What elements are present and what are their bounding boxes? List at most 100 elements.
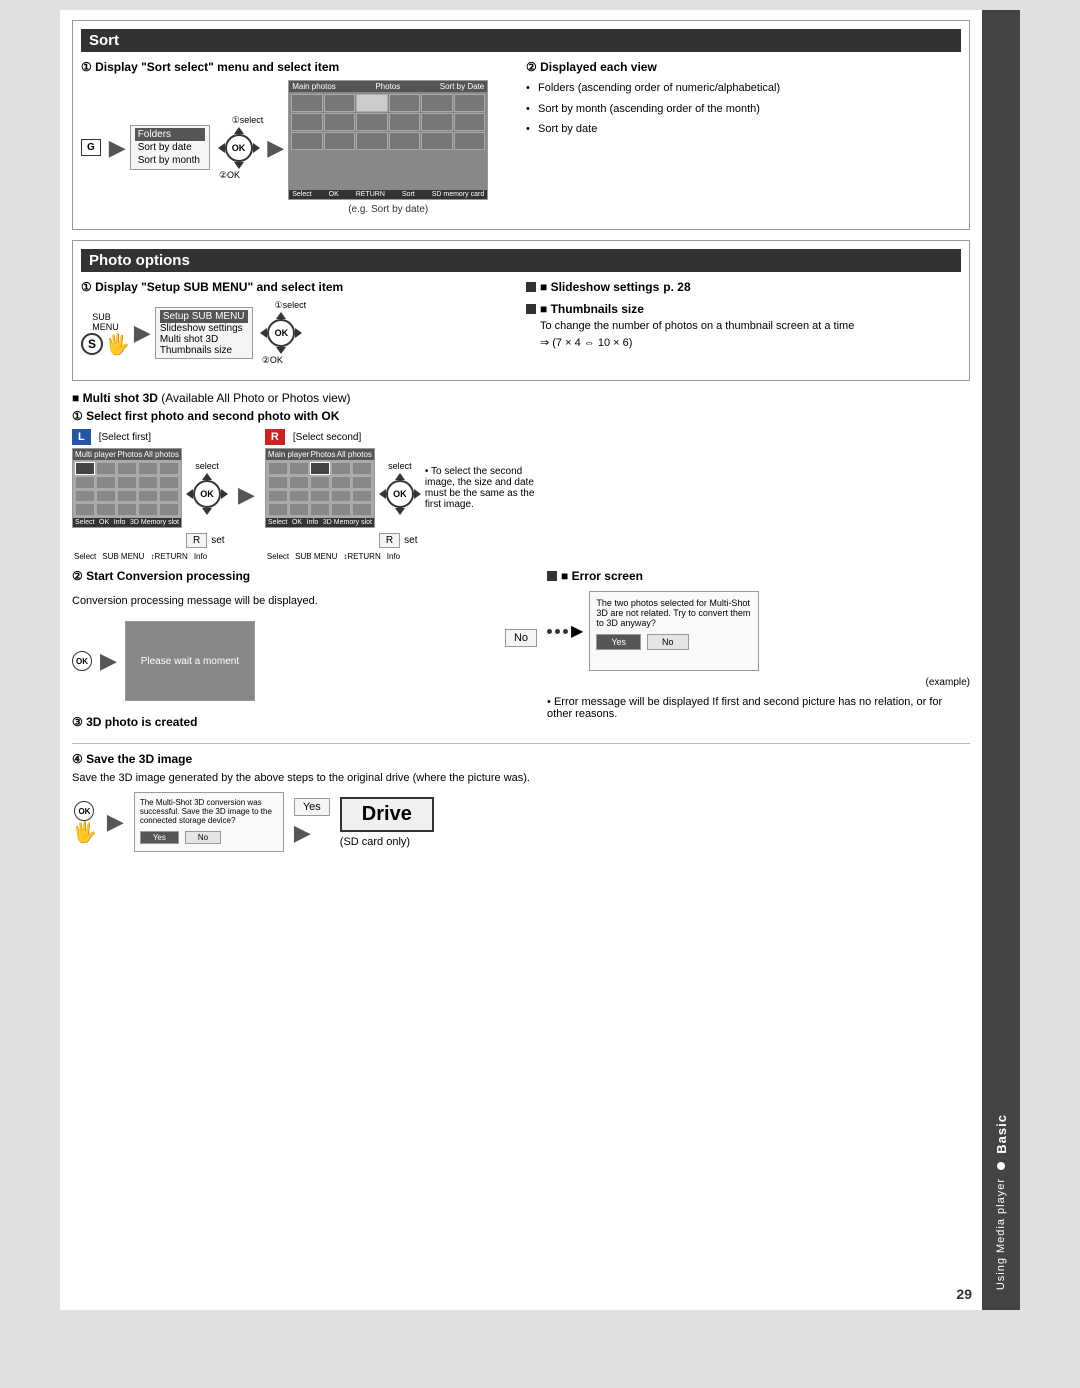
photo-cell	[96, 476, 116, 489]
error-yes-button[interactable]: Yes	[596, 634, 641, 650]
photo-cell-r	[289, 476, 309, 489]
multi-shot-section: ■ Multi shot 3D (Available All Photo or …	[72, 391, 970, 852]
page-number: 29	[956, 1286, 972, 1302]
save-message: The Multi-Shot 3D conversion was success…	[140, 798, 278, 825]
screen-footer-right: SelectOKInfo3D Memory slot	[266, 518, 374, 527]
error-sq-icon	[547, 571, 557, 581]
menu-item-sort-month: Sort by month	[135, 154, 205, 167]
arrow2-icon: ▶	[267, 135, 284, 161]
nav-left-icon	[218, 143, 225, 153]
ok-small-button2[interactable]: OK	[74, 801, 94, 821]
hand2-icon: 🖐	[72, 823, 97, 843]
photo-nav-control: OK	[260, 312, 302, 354]
menu-item-folders: Folders	[135, 128, 205, 141]
set-box-right: R	[379, 533, 400, 548]
nav-control-right: OK	[379, 473, 421, 515]
photo-submenu-box: Setup SUB MENU Slideshow settings Multi …	[155, 307, 253, 359]
dv-footer: SelectOKRETURNSortSD memory card	[289, 190, 487, 199]
photo-cell-r	[331, 462, 351, 475]
screen-header-left: Multi playerPhotosAll photos	[73, 449, 181, 460]
dv-cell-selected	[356, 94, 388, 112]
dv-header: Main photosPhotosSort by Date	[289, 81, 487, 92]
side-tab-inner: Basic Using Media player	[994, 1114, 1009, 1290]
dv-cell	[389, 113, 421, 131]
sort-step2-title: ② Displayed each view	[526, 60, 961, 74]
photo-cell-r	[352, 503, 372, 516]
bullet-sort-month: Sort by month (ascending order of the mo…	[526, 101, 961, 119]
grid-inner-right	[266, 460, 374, 518]
menu-item-sort-date: Sort by date	[135, 141, 205, 154]
photo-cell	[138, 490, 158, 503]
black-sq-icon	[526, 282, 536, 292]
using-label: Using Media player	[995, 1178, 1007, 1290]
middle-arrow-icon: ▶	[238, 482, 255, 508]
step2-diagram: OK ▶ Please wait a moment	[72, 621, 495, 701]
photo-cell	[138, 462, 158, 475]
photo-cell-r	[310, 503, 330, 516]
example-label: (example)	[547, 677, 970, 688]
screen-labels-right: SelectSUB MENU↕RETURNInfo	[267, 552, 400, 561]
set-label-left: set	[211, 535, 224, 546]
photo-cell	[75, 490, 95, 503]
photo-cell	[159, 490, 179, 503]
step4-ok: OK 🖐	[72, 801, 97, 843]
dv-cell	[324, 94, 356, 112]
dv-cell	[454, 113, 486, 131]
ok-button3[interactable]: OK	[193, 480, 221, 508]
photo-cell-r	[352, 462, 372, 475]
nav-control: OK	[218, 127, 260, 169]
screen-labels-left: SelectSUB MENU↕RETURNInfo	[74, 552, 207, 561]
save-screen: The Multi-Shot 3D conversion was success…	[134, 792, 284, 852]
dot-icon	[997, 1162, 1005, 1170]
photo-cell-r	[268, 503, 288, 516]
error-diagram: ▶ The two photos selected for Multi-Shot…	[547, 591, 970, 671]
submenu-item-setup: Setup SUB MENU	[160, 310, 248, 323]
photo-cell	[159, 503, 179, 516]
dot2-icon	[555, 629, 560, 634]
nav-up3-icon	[202, 473, 212, 480]
select-first-block: L [Select first] Multi playerPhotosAll p…	[72, 429, 228, 561]
nav-h-row2: OK	[260, 319, 302, 347]
photo-grid-right: Main playerPhotosAll photos	[265, 448, 375, 528]
error-no-button[interactable]: No	[647, 634, 689, 650]
submenu-item-multishot: Multi shot 3D	[160, 334, 248, 345]
photo-right-info: ■ Slideshow settings p. 28 ■ Thumbnails …	[526, 280, 961, 372]
sub-menu-label: SUBMENU	[92, 312, 119, 332]
step3-block: ③ 3D photo is created	[72, 715, 495, 735]
save-yes-button[interactable]: Yes	[140, 831, 179, 844]
submenu-item-thumbnails: Thumbnails size	[160, 345, 248, 356]
drive-block: Drive (SD card only)	[340, 797, 434, 848]
thumbnails-desc: To change the number of photos on a thum…	[540, 320, 961, 332]
photo-cell-r	[331, 490, 351, 503]
multi-step3-title: ③ 3D photo is created	[72, 715, 495, 729]
sort-step1-title: ① Display "Sort select" menu and select …	[81, 60, 516, 74]
dv-cell	[421, 94, 453, 112]
nav-h-row3: OK	[186, 480, 228, 508]
grid-inner-left	[73, 460, 181, 518]
photo-cell-r	[268, 462, 288, 475]
photo-cell-r	[310, 490, 330, 503]
photo-cell	[96, 490, 116, 503]
dv-cell	[421, 132, 453, 150]
yes-drive-block: Yes ▶	[294, 798, 330, 846]
ok-small-button[interactable]: OK	[72, 651, 92, 671]
hand-icon: 🖐	[105, 335, 130, 355]
photo-cell	[159, 476, 179, 489]
error-note: • Error message will be displayed If fir…	[547, 696, 970, 720]
screen-footer-left: SelectOKInfo3D Memory slot	[73, 518, 181, 527]
save-no-button[interactable]: No	[185, 831, 221, 844]
ok-button2[interactable]: OK	[267, 319, 295, 347]
error-buttons: Yes No	[596, 634, 752, 650]
ok-button[interactable]: OK	[225, 134, 253, 162]
photo-cell	[75, 462, 95, 475]
g-button: G	[81, 139, 101, 156]
arrow4-icon: ▶	[107, 809, 124, 835]
arrow5-icon: ▶	[294, 820, 311, 846]
photo-cell	[75, 503, 95, 516]
ok-button4[interactable]: OK	[386, 480, 414, 508]
step4-diagram: OK 🖐 ▶ The Multi-Shot 3D conversion was …	[72, 792, 970, 852]
photo-cell	[75, 476, 95, 489]
sort-diagram: G ▶ Folders Sort by date Sort by month	[81, 80, 516, 215]
error-screen-box: The two photos selected for Multi-Shot 3…	[589, 591, 759, 671]
sort-inner: ① Display "Sort select" menu and select …	[81, 60, 961, 221]
